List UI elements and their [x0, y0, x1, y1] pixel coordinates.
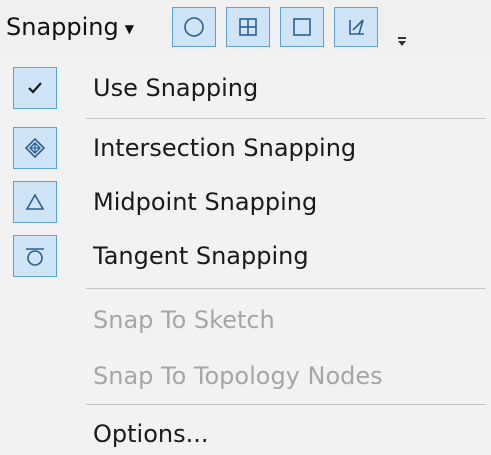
edge-snapping-button[interactable] [280, 7, 324, 47]
circle-icon [184, 17, 204, 37]
menu-item-tangent-snapping[interactable]: Tangent Snapping [0, 228, 491, 284]
menu-separator [86, 404, 486, 405]
intersection-icon [24, 137, 46, 159]
tangent-snapping-icon-box [13, 235, 57, 277]
menu-item-snap-to-sketch: Snap To Sketch [0, 292, 491, 348]
tangent-icon [26, 248, 44, 266]
end-snapping-button[interactable] [334, 7, 378, 47]
snapping-menu-button[interactable]: Snapping ▼ [6, 6, 134, 48]
snapping-dropdown-menu: Use Snapping Intersection Snapping Midpo… [0, 54, 491, 455]
menu-item-midpoint-snapping[interactable]: Midpoint Snapping [0, 174, 491, 230]
snapping-toolbar: Snapping ▼ [0, 0, 491, 54]
grid-square-icon [239, 18, 257, 36]
dropdown-caret-icon: ▼ [124, 21, 134, 36]
midpoint-snapping-icon-box [13, 181, 57, 223]
menu-separator [86, 288, 486, 289]
overflow-chevron-icon [398, 41, 406, 46]
menu-item-label: Options... [93, 420, 209, 448]
menu-item-label: Tangent Snapping [93, 242, 309, 270]
perpendicular-square-icon [349, 19, 364, 35]
snapping-menu-label: Snapping [6, 13, 119, 41]
menu-item-label: Intersection Snapping [93, 134, 357, 162]
vertex-snapping-button[interactable] [226, 7, 270, 47]
point-snapping-button[interactable] [172, 7, 216, 47]
use-snapping-check [13, 67, 57, 109]
menu-item-use-snapping[interactable]: Use Snapping [0, 60, 491, 116]
menu-item-intersection-snapping[interactable]: Intersection Snapping [0, 120, 491, 176]
menu-item-options[interactable]: Options... [0, 406, 491, 455]
menu-item-label: Midpoint Snapping [93, 188, 318, 216]
toolbar-overflow-button[interactable] [396, 26, 408, 46]
checkmark-icon [28, 82, 42, 94]
square-icon [293, 18, 311, 36]
menu-separator [86, 118, 486, 119]
menu-item-label: Snap To Sketch [93, 306, 275, 334]
snapping-window: Snapping ▼ Use Snapping Intersection Sna… [0, 0, 491, 455]
menu-item-label: Snap To Topology Nodes [93, 362, 383, 390]
triangle-icon [25, 193, 45, 210]
intersection-snapping-icon-box [13, 127, 57, 169]
menu-item-label: Use Snapping [93, 74, 259, 102]
menu-item-snap-to-topology-nodes: Snap To Topology Nodes [0, 348, 491, 404]
